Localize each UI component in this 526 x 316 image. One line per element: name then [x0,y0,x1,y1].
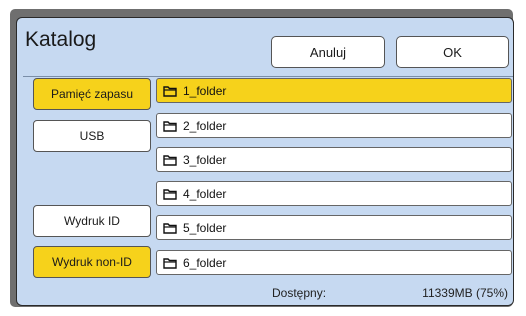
cancel-button[interactable]: Anuluj [271,36,385,68]
available-value: 11339MB (75%) [422,286,508,300]
ok-button[interactable]: OK [396,36,509,68]
folder-label: 3_folder [183,152,227,167]
header-divider [23,76,513,77]
dialog-title: Katalog [25,28,97,51]
usb-button[interactable]: USB [33,120,151,152]
folder-label: 1_folder [183,83,227,98]
folder-label: 2_folder [183,118,227,133]
folder-label: 6_folder [183,255,227,270]
print-non-id-button[interactable]: Wydruk non-ID [33,246,151,278]
print-id-button[interactable]: Wydruk ID [33,205,151,237]
folder-row[interactable]: 3_folder [156,147,512,172]
folder-label: 4_folder [183,186,227,201]
folder-row[interactable]: 6_folder [156,250,512,275]
folder-row[interactable]: 2_folder [156,113,512,138]
folder-icon [163,154,177,166]
folder-icon [163,188,177,200]
folder-row[interactable]: 5_folder [156,215,512,240]
available-label: Dostępny: [272,286,327,300]
folder-icon [163,85,177,97]
dialog-frame: Katalog Anuluj OK Pamięć zapasu USB Wydr… [10,9,514,307]
folder-label: 5_folder [183,220,227,235]
folder-row[interactable]: 1_folder [156,78,512,103]
folder-row[interactable]: 4_folder [156,181,512,206]
catalog-dialog: Katalog Anuluj OK Pamięć zapasu USB Wydr… [16,17,514,306]
folder-icon [163,222,177,234]
storage-memory-button[interactable]: Pamięć zapasu [33,78,151,110]
folder-icon [163,120,177,132]
folder-icon [163,257,177,269]
